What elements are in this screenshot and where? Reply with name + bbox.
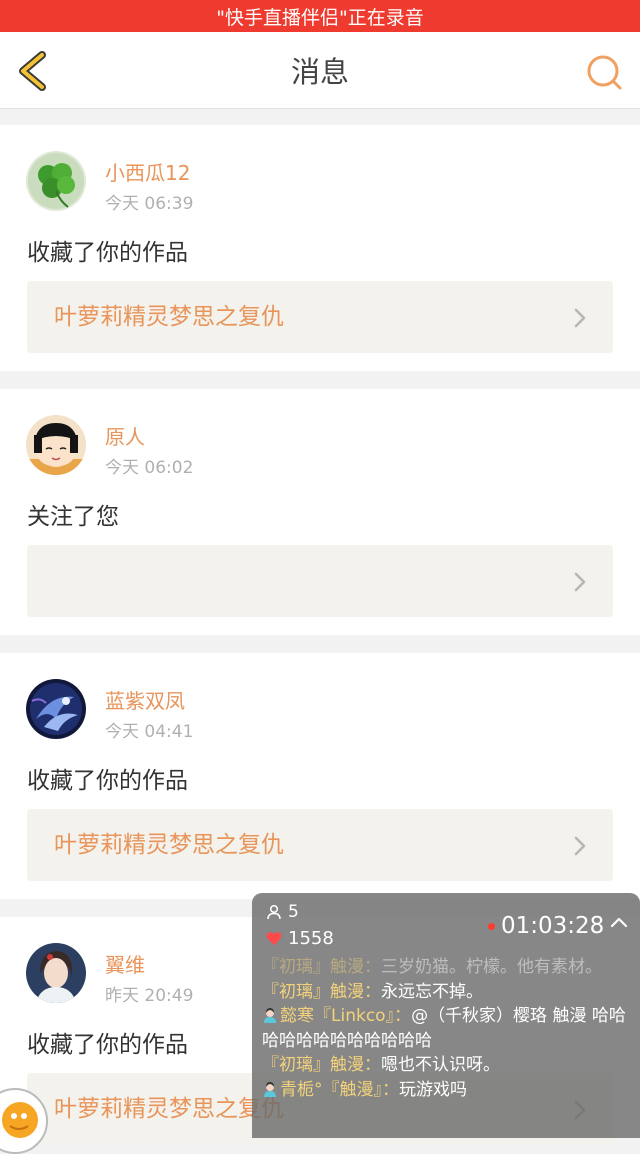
comment-text: 玩游戏吗 — [399, 1079, 467, 1100]
message-time: 今天 06:02 — [105, 458, 194, 478]
comment-item: 青栀°『触漫』：玩游戏吗 — [262, 1078, 632, 1103]
clover-avatar-image — [26, 151, 86, 211]
message-action: 收藏了你的作品 — [27, 240, 188, 266]
user-name[interactable]: 蓝紫双凤 — [105, 685, 185, 714]
work-link[interactable]: 叶萝莉精灵梦思之复仇 — [27, 281, 613, 353]
message-card: 原人 今天 06:02 关注了您 — [0, 389, 640, 635]
orange-mascot-icon — [2, 1102, 38, 1138]
user-badge-icon — [264, 1081, 276, 1097]
like-count: 1558 — [266, 928, 334, 949]
page-title: 消息 — [290, 55, 349, 89]
work-link[interactable]: 叶萝莉精灵梦思之复仇 — [27, 809, 613, 881]
comment-text: 三岁奶猫。柠檬。他有素材。 — [381, 957, 602, 977]
like-count-value: 1558 — [288, 928, 334, 949]
message-time: 今天 04:41 — [105, 722, 194, 742]
girl-portrait-avatar-image — [26, 943, 86, 1003]
message-action: 收藏了你的作品 — [27, 768, 188, 794]
cartoon-girl-avatar-image — [26, 415, 86, 475]
work-title: 叶萝莉精灵梦思之复仇 — [54, 1096, 284, 1122]
work-title: 叶萝莉精灵梦思之复仇 — [54, 304, 284, 330]
comment-feed[interactable]: 『初璃』触漫：三岁奶猫。柠檬。他有素材。 『初璃』触漫：永远忘不掉。 懿寒『Li… — [262, 955, 632, 1102]
stream-timer: 01:03:28 — [488, 913, 604, 939]
chevron-right-icon — [574, 836, 586, 856]
message-card: 小西瓜12 今天 06:39 收藏了你的作品 叶萝莉精灵梦思之复仇 — [0, 125, 640, 371]
viewer-count-value: 5 — [288, 902, 299, 922]
chevron-right-icon — [574, 572, 586, 592]
user-name[interactable]: 原人 — [105, 421, 145, 450]
message-card: 蓝紫双凤 今天 04:41 收藏了你的作品 叶萝莉精灵梦思之复仇 — [0, 653, 640, 899]
nav-bar: 消息 — [0, 32, 640, 109]
avatar[interactable] — [26, 415, 86, 475]
message-time: 昨天 20:49 — [105, 986, 194, 1006]
comment-author: 懿寒『Linkco』： — [280, 1006, 412, 1026]
comment-author: 『初璃』触漫： — [262, 1055, 381, 1075]
avatar[interactable] — [26, 151, 86, 211]
comment-text: 永远忘不掉。 — [381, 981, 483, 1002]
blue-phoenix-avatar-image — [26, 679, 86, 739]
comment-author: 『初璃』触漫： — [262, 957, 381, 977]
person-icon — [267, 904, 281, 920]
comment-item: 『初璃』触漫：嗯也不认识呀。 — [262, 1053, 632, 1078]
message-action: 关注了您 — [27, 504, 119, 530]
comment-text: 嗯也不认识呀。 — [381, 1055, 500, 1075]
user-badge-icon — [264, 1008, 276, 1023]
comment-author: 青栀°『触漫』： — [280, 1079, 399, 1100]
comment-author: 『初璃』触漫： — [262, 981, 381, 1002]
comment-item: 『初璃』触漫：三岁奶猫。柠檬。他有素材。 — [262, 955, 632, 980]
message-time: 今天 06:39 — [105, 194, 194, 214]
search-icon[interactable] — [584, 52, 624, 92]
comment-item: 懿寒『Linkco』：@（千秋家）樱珞 触漫 哈哈哈哈哈哈哈哈哈哈哈哈 — [262, 1004, 632, 1053]
recording-status-bar[interactable]: "快手直播伴侣"正在录音 — [0, 0, 640, 32]
work-title: 叶萝莉精灵梦思之复仇 — [54, 832, 284, 858]
work-link[interactable] — [27, 545, 613, 617]
user-name[interactable]: 小西瓜12 — [105, 157, 190, 186]
comment-item: 『初璃』触漫：永远忘不掉。 — [262, 980, 632, 1005]
recording-dot-icon — [488, 922, 495, 930]
avatar[interactable] — [26, 943, 86, 1003]
chevron-up-icon[interactable] — [609, 915, 629, 929]
viewer-count: 5 — [266, 902, 299, 922]
chevron-right-icon — [574, 308, 586, 328]
stream-timer-value: 01:03:28 — [501, 913, 605, 939]
user-name[interactable]: 翼维 — [105, 949, 145, 978]
live-stream-overlay[interactable]: 5 1558 01:03:28 『初璃』触漫：三岁奶猫。柠檬。他有素材。 『初璃… — [252, 893, 640, 1138]
message-action: 收藏了你的作品 — [27, 1032, 188, 1058]
avatar[interactable] — [26, 679, 86, 739]
heart-icon — [266, 932, 282, 945]
